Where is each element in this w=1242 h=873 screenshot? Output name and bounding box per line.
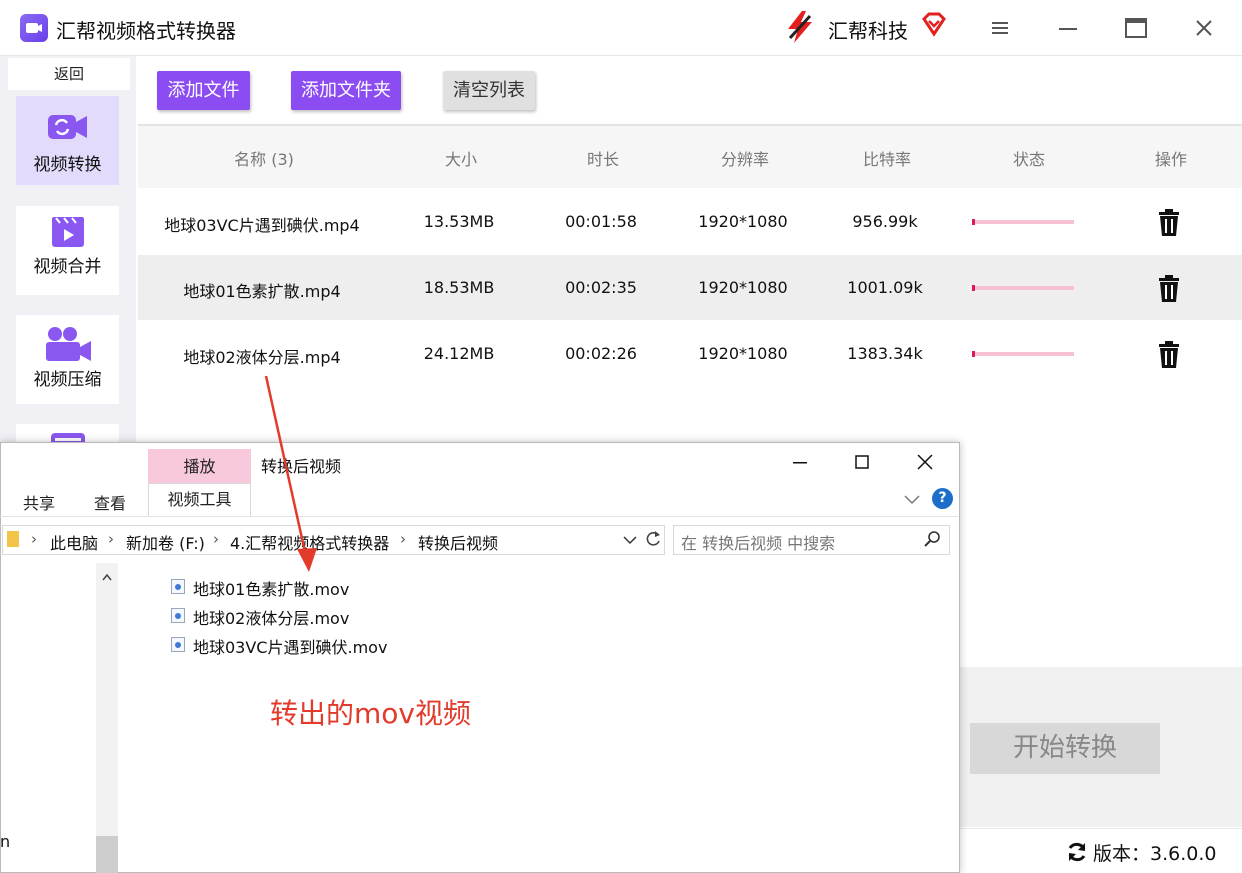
explorer-close-icon[interactable] xyxy=(914,452,936,476)
sidebar-item-video-compress[interactable]: 视频压缩 xyxy=(16,315,119,404)
cell-size: 13.53MB xyxy=(423,212,495,231)
menu-icon[interactable] xyxy=(985,14,1015,42)
breadcrumb-chevron-icon[interactable]: › xyxy=(31,530,37,548)
video-convert-icon xyxy=(48,113,88,145)
refresh-icon[interactable] xyxy=(644,529,662,553)
ribbon-expand-chevron-icon[interactable] xyxy=(903,490,921,512)
search-icon[interactable] xyxy=(924,530,942,552)
video-merge-icon xyxy=(52,217,84,251)
column-header-resolution[interactable]: 分辨率 xyxy=(695,146,795,170)
cell-resolution: 1920*1080 xyxy=(698,344,788,363)
video-file-icon xyxy=(171,637,185,652)
explorer-minimize-icon[interactable] xyxy=(790,452,810,476)
cell-size: 18.53MB xyxy=(423,278,495,297)
cell-duration: 00:02:35 xyxy=(565,278,637,297)
table-row[interactable]: 地球03VC片遇到碘伏.mp4 13.53MB 00:01:58 1920*10… xyxy=(138,189,1242,254)
maximize-icon[interactable] xyxy=(1121,14,1151,42)
breadcrumb-chevron-icon[interactable]: › xyxy=(108,530,114,548)
search-placeholder: 在 转换后视频 中搜索 xyxy=(681,534,836,553)
trash-icon[interactable] xyxy=(1157,209,1181,241)
explorer-title: 转换后视频 xyxy=(261,457,342,476)
column-header-name[interactable]: 名称 (3) xyxy=(214,146,314,170)
column-header-size[interactable]: 大小 xyxy=(411,146,511,170)
cell-bitrate: 956.99k xyxy=(852,212,918,231)
file-name: 地球02液体分层.mov xyxy=(193,609,350,628)
help-icon[interactable]: ? xyxy=(932,488,953,509)
cell-resolution: 1920*1080 xyxy=(698,278,788,297)
breadcrumb-app-folder[interactable]: 4.汇帮视频格式转换器 xyxy=(230,530,389,554)
minimize-icon[interactable] xyxy=(1053,14,1083,42)
trash-icon[interactable] xyxy=(1157,341,1181,373)
table-row[interactable]: 地球02液体分层.mp4 24.12MB 00:02:26 1920*1080 … xyxy=(138,321,1242,386)
annotation-label: 转出的mov视频 xyxy=(270,697,471,730)
back-button[interactable]: 返回 xyxy=(8,58,130,90)
breadcrumb-this-pc[interactable]: 此电脑 xyxy=(50,530,98,554)
video-file-icon xyxy=(171,579,185,594)
sidebar-item-label: 视频合并 xyxy=(33,257,102,277)
nav-pane-scrollbar[interactable] xyxy=(96,563,118,873)
app-title: 汇帮视频格式转换器 xyxy=(56,19,236,43)
brand-logo-icon xyxy=(784,10,816,48)
table-row[interactable]: 地球01色素扩散.mp4 18.53MB 00:02:35 1920*1080 … xyxy=(138,255,1242,320)
cell-size: 24.12MB xyxy=(423,344,495,363)
clear-list-button[interactable]: 清空列表 xyxy=(443,71,535,110)
ribbon-context-tab-play[interactable]: 播放 xyxy=(148,449,251,483)
column-header-bitrate[interactable]: 比特率 xyxy=(837,146,937,170)
ribbon-tab-view[interactable]: 查看 xyxy=(94,490,126,514)
sidebar-item-label: 视频转换 xyxy=(33,155,102,175)
address-dropdown-icon[interactable] xyxy=(622,532,638,552)
add-file-button[interactable]: 添加文件 xyxy=(157,71,250,110)
explorer-maximize-icon[interactable] xyxy=(852,452,872,476)
ribbon-divider xyxy=(0,516,958,517)
file-name: 地球01色素扩散.mov xyxy=(193,580,350,599)
breadcrumb-chevron-icon[interactable]: › xyxy=(400,530,406,548)
vip-diamond-icon[interactable] xyxy=(921,11,947,41)
breadcrumb-chevron-icon[interactable]: › xyxy=(213,530,219,548)
version-label: 版本：3.6.0.0 xyxy=(1093,843,1217,865)
trash-icon[interactable] xyxy=(1157,275,1181,307)
ribbon-tab-share[interactable]: 共享 xyxy=(23,490,55,514)
cell-duration: 00:02:26 xyxy=(565,344,637,363)
app-logo-icon xyxy=(20,14,48,42)
cell-duration: 00:01:58 xyxy=(565,212,637,231)
ribbon-tab-video-tools[interactable]: 视频工具 xyxy=(148,483,251,517)
sidebar-item-label: 视频压缩 xyxy=(33,370,102,390)
breadcrumb-current-folder[interactable]: 转换后视频 xyxy=(418,530,498,554)
video-compress-icon xyxy=(46,326,92,366)
scrollbar-thumb[interactable] xyxy=(96,836,118,873)
cell-bitrate: 1383.34k xyxy=(847,344,923,363)
column-header-status: 状态 xyxy=(1012,150,1045,169)
brand-name: 汇帮科技 xyxy=(828,19,908,43)
cell-bitrate: 1001.09k xyxy=(847,278,923,297)
video-file-icon xyxy=(171,608,185,623)
column-header-duration[interactable]: 时长 xyxy=(553,146,653,170)
sidebar-item-video-merge[interactable]: 视频合并 xyxy=(16,206,119,295)
close-icon[interactable] xyxy=(1189,14,1219,42)
cell-name: 地球01色素扩散.mp4 xyxy=(183,282,341,301)
progress-bar xyxy=(972,285,1074,291)
scroll-up-icon[interactable] xyxy=(100,568,114,587)
add-folder-button[interactable]: 添加文件夹 xyxy=(291,71,401,110)
column-header-actions: 操作 xyxy=(1154,150,1187,169)
folder-icon xyxy=(7,531,19,547)
start-convert-button[interactable]: 开始转换 xyxy=(970,723,1160,774)
file-name: 地球03VC片遇到碘伏.mov xyxy=(193,638,388,657)
breadcrumb-drive[interactable]: 新加卷 (F:) xyxy=(126,530,205,554)
cell-name: 地球03VC片遇到碘伏.mp4 xyxy=(164,216,360,235)
cell-name: 地球02液体分层.mp4 xyxy=(183,348,341,367)
progress-bar xyxy=(972,351,1074,357)
progress-bar xyxy=(972,219,1074,225)
update-refresh-icon[interactable] xyxy=(1066,841,1088,867)
cell-resolution: 1920*1080 xyxy=(698,212,788,231)
sidebar-item-video-convert[interactable]: 视频转换 xyxy=(16,96,119,185)
nav-pane-item-fragment[interactable]: n xyxy=(0,832,10,851)
file-explorer-window xyxy=(0,442,960,873)
